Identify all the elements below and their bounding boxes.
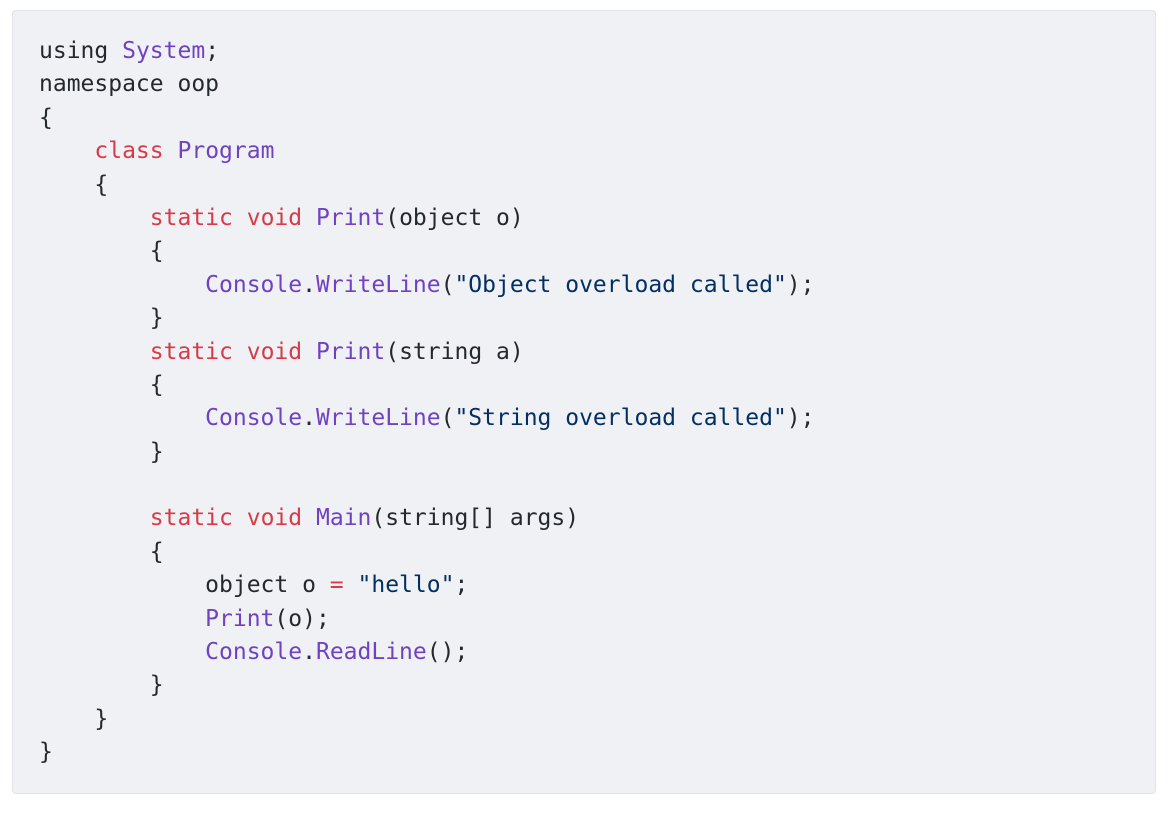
- code-line: class Program: [39, 135, 815, 168]
- code-line: using System;: [39, 35, 815, 68]
- code-plain-text: );: [786, 405, 815, 432]
- code-plain-text: (string a): [385, 338, 524, 365]
- code-plain-text: .: [302, 271, 316, 298]
- code-type-name: Console: [205, 639, 303, 666]
- code-plain-text: object o: [39, 572, 330, 599]
- code-plain-text: [233, 205, 247, 231]
- code-plain-text: }: [39, 438, 164, 465]
- code-type-name: System: [122, 38, 206, 64]
- code-string-literal: "hello": [357, 572, 455, 599]
- code-type-name: Print: [205, 605, 275, 632]
- code-line: {: [39, 169, 815, 202]
- code-plain-text: [164, 138, 178, 164]
- code-line: Console.ReadLine();: [39, 636, 815, 669]
- code-type-name: Main: [315, 505, 372, 532]
- code-plain-text: [233, 339, 247, 365]
- code-type-name: Console: [205, 271, 303, 298]
- code-line: Console.WriteLine("Object overload calle…: [39, 269, 815, 302]
- code-line: {: [39, 536, 815, 569]
- code-plain-text: {: [39, 238, 164, 265]
- code-plain-text: [344, 572, 358, 598]
- code-line: static void Main(string[] args): [39, 502, 815, 535]
- code-block: using System; namespace oop { class Progra…: [12, 10, 1156, 794]
- code-plain-text: );: [786, 271, 815, 298]
- code-keyword: void: [246, 338, 303, 365]
- code-plain-text: [39, 405, 205, 431]
- code-keyword: class: [94, 138, 164, 165]
- code-listing: using System; namespace oop { class Progra…: [39, 35, 815, 770]
- code-keyword: static: [149, 338, 233, 365]
- code-type-name: WriteLine: [315, 271, 441, 298]
- code-line: namespace oop: [39, 68, 815, 101]
- code-line: static void Print(string a): [39, 336, 815, 369]
- code-line: static void Print(object o): [39, 202, 815, 235]
- code-line: object o = "hello";: [39, 569, 815, 602]
- code-plain-text: {: [39, 371, 164, 398]
- code-plain-text: (object o): [385, 204, 524, 231]
- code-line: }: [39, 736, 815, 769]
- code-plain-text: }: [39, 672, 164, 699]
- code-plain-text: (string[] args): [371, 505, 580, 532]
- code-line: }: [39, 436, 815, 469]
- code-type-name: WriteLine: [315, 405, 441, 432]
- code-line: {: [39, 369, 815, 402]
- code-plain-text: [39, 639, 205, 665]
- code-type-name: Print: [315, 204, 386, 231]
- code-line: Console.WriteLine("String overload calle…: [39, 402, 815, 435]
- code-plain-text: namespace oop: [39, 71, 220, 98]
- code-plain-text: [39, 606, 205, 632]
- code-keyword: void: [246, 204, 303, 231]
- code-plain-text: [302, 205, 316, 231]
- code-plain-text: .: [302, 405, 316, 432]
- code-line: {: [39, 235, 815, 268]
- code-plain-text: (: [440, 405, 455, 432]
- code-type-name: ReadLine: [315, 639, 427, 666]
- code-plain-text: {: [39, 171, 109, 198]
- code-plain-text: (: [440, 271, 455, 298]
- code-string-literal: "String overload called": [454, 405, 787, 432]
- code-type-name: Console: [205, 405, 303, 432]
- code-operator: =: [329, 572, 344, 599]
- code-plain-text: {: [39, 538, 164, 565]
- code-plain-text: [39, 205, 150, 231]
- code-plain-text: [39, 505, 150, 531]
- code-line: Print(o);: [39, 603, 815, 636]
- code-plain-text: [39, 272, 205, 298]
- code-plain-text: (o);: [274, 605, 330, 632]
- code-line: }: [39, 302, 815, 335]
- code-keyword: static: [149, 505, 233, 532]
- code-plain-text: ();: [426, 639, 469, 666]
- code-plain-text: }: [39, 739, 53, 766]
- code-line: }: [39, 703, 815, 736]
- code-string-literal: "Object overload called": [454, 271, 787, 298]
- code-keyword: static: [149, 204, 233, 231]
- code-plain-text: [39, 138, 94, 164]
- code-type-name: Print: [315, 338, 386, 365]
- code-line: {: [39, 102, 815, 135]
- code-plain-text: }: [39, 705, 109, 732]
- code-keyword: void: [246, 505, 303, 532]
- code-plain-text: using: [39, 38, 123, 64]
- code-plain-text: .: [302, 639, 316, 666]
- code-line: }: [39, 669, 815, 702]
- code-plain-text: [233, 505, 247, 531]
- code-plain-text: [302, 505, 316, 531]
- code-type-name: Program: [177, 138, 275, 165]
- code-plain-text: ;: [205, 38, 220, 64]
- code-plain-text: [39, 339, 150, 365]
- code-plain-text: {: [39, 104, 53, 131]
- code-plain-text: }: [39, 305, 164, 332]
- code-plain-text: ;: [454, 572, 469, 599]
- code-plain-text: [302, 339, 316, 365]
